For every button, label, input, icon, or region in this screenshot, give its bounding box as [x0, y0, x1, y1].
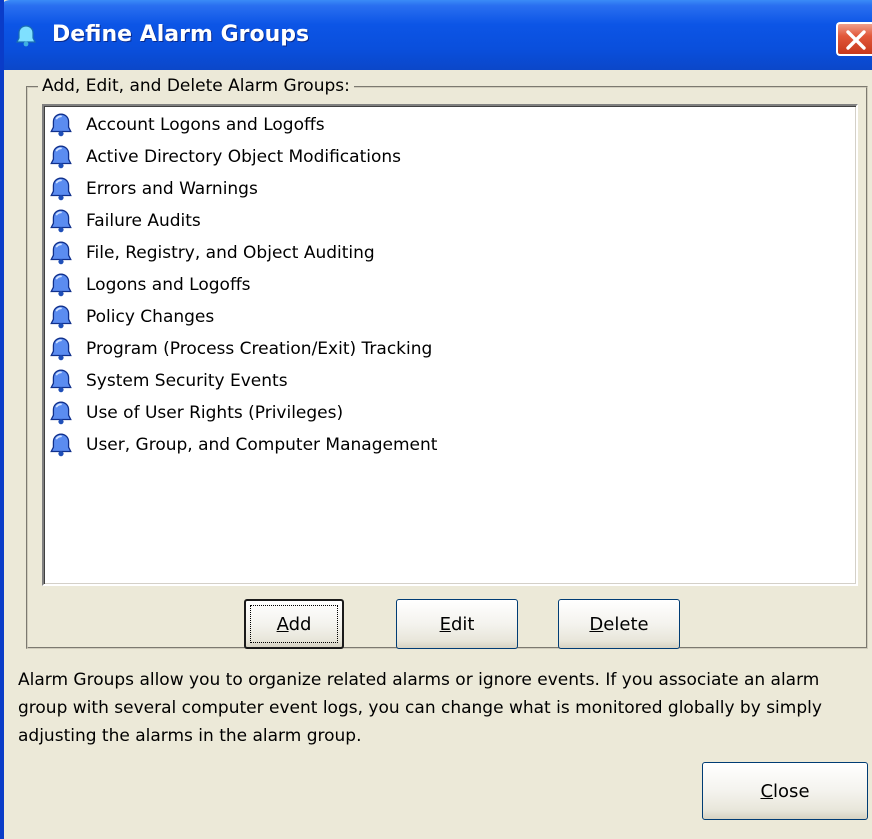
list-item[interactable]: Active Directory Object Modifications — [48, 142, 401, 172]
list-item[interactable]: Program (Process Creation/Exit) Tracking — [48, 334, 432, 364]
window-title: Define Alarm Groups — [52, 22, 310, 47]
list-item-label: Logons and Logoffs — [86, 275, 251, 295]
bell-icon — [50, 401, 72, 425]
edit-button[interactable]: Edit — [396, 599, 518, 649]
list-item[interactable]: Account Logons and Logoffs — [48, 110, 325, 140]
bell-icon — [50, 145, 72, 169]
list-item-label: System Security Events — [86, 371, 288, 391]
bell-icon — [50, 273, 72, 297]
bell-icon — [50, 113, 72, 137]
close-icon[interactable] — [836, 22, 872, 56]
list-item-label: Program (Process Creation/Exit) Tracking — [86, 339, 433, 359]
close-button-label: Close — [760, 780, 810, 802]
list-item[interactable]: Logons and Logoffs — [48, 270, 251, 300]
bell-icon — [50, 209, 72, 233]
bell-icon — [50, 369, 72, 393]
list-item-label: Use of User Rights (Privileges) — [86, 403, 344, 423]
list-item-label: Policy Changes — [86, 307, 215, 327]
list-item-label: Failure Audits — [86, 211, 201, 231]
list-item-label: Active Directory Object Modifications — [86, 147, 401, 167]
list-item-label: Errors and Warnings — [86, 179, 258, 199]
groupbox-legend: Add, Edit, and Delete Alarm Groups: — [38, 76, 354, 96]
alarm-groups-listbox[interactable]: Account Logons and Logoffs Active Directo… — [42, 104, 858, 586]
description-text: Alarm Groups allow you to organize relat… — [18, 670, 822, 746]
close-button[interactable]: Close — [702, 762, 868, 820]
bell-icon — [50, 337, 72, 361]
list-item[interactable]: Errors and Warnings — [48, 174, 258, 204]
list-item-label: Account Logons and Logoffs — [86, 115, 325, 135]
bell-icon — [16, 25, 36, 47]
list-item[interactable]: Failure Audits — [48, 206, 201, 236]
edit-button-label: Edit — [439, 613, 475, 635]
list-item[interactable]: Use of User Rights (Privileges) — [48, 398, 343, 428]
list-item[interactable]: Policy Changes — [48, 302, 214, 332]
add-button[interactable]: Add — [244, 599, 344, 649]
define-alarm-groups-dialog: Define Alarm Groups Add, Edit, and Delet… — [0, 0, 872, 839]
delete-button-label: Delete — [589, 613, 649, 635]
delete-button[interactable]: Delete — [558, 599, 680, 649]
list-item-label: User, Group, and Computer Management — [86, 435, 438, 455]
list-item[interactable]: System Security Events — [48, 366, 288, 396]
list-item[interactable]: File, Registry, and Object Auditing — [48, 238, 375, 268]
bell-icon — [50, 241, 72, 265]
list-item-label: File, Registry, and Object Auditing — [86, 243, 375, 263]
bell-icon — [50, 433, 72, 457]
list-item[interactable]: User, Group, and Computer Management — [48, 430, 437, 460]
bell-icon — [50, 305, 72, 329]
title-bar[interactable]: Define Alarm Groups — [4, 0, 872, 70]
bell-icon — [50, 177, 72, 201]
